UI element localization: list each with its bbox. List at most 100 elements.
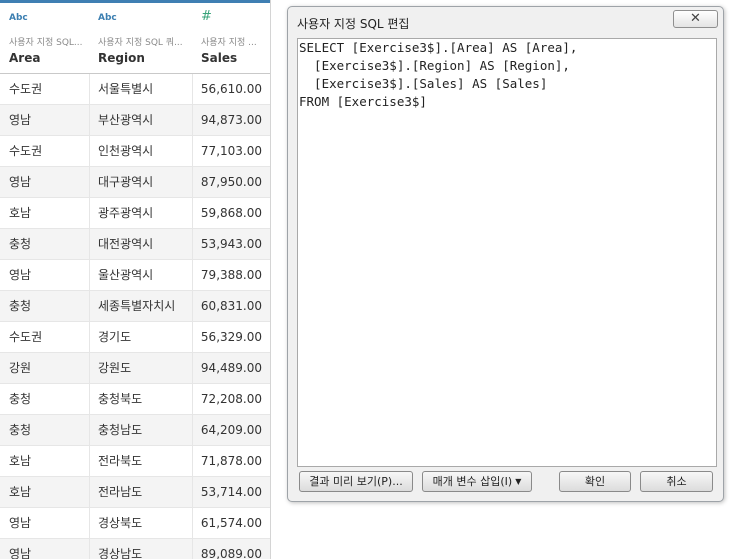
cell-divider bbox=[192, 415, 193, 445]
cell-divider bbox=[192, 260, 193, 290]
sales-cell: 59,868.00 bbox=[200, 206, 262, 220]
insert-parameter-button[interactable]: 매개 변수 삽입(I) ▼ bbox=[422, 471, 532, 492]
sales-cell: 71,878.00 bbox=[200, 454, 262, 468]
cell-divider bbox=[192, 384, 193, 414]
sales-cell: 79,388.00 bbox=[200, 268, 262, 282]
table-row[interactable]: 강원 강원도 94,489.00 bbox=[0, 353, 270, 384]
region-cell: 대전광역시 bbox=[98, 237, 154, 251]
area-cell: 수도권 bbox=[9, 330, 43, 344]
preview-results-label: 결과 미리 보기(P)... bbox=[309, 475, 403, 488]
region-cell: 세종특별자치시 bbox=[98, 299, 176, 313]
area-cell: 영남 bbox=[9, 175, 32, 189]
column-header-sales[interactable]: # 사용자 지정 ... Sales bbox=[192, 3, 270, 73]
sales-cell: 77,103.00 bbox=[200, 144, 262, 158]
cell-divider bbox=[192, 508, 193, 538]
cell-divider bbox=[89, 136, 90, 166]
cell-divider bbox=[192, 446, 193, 476]
cell-divider bbox=[89, 198, 90, 228]
region-cell: 충청북도 bbox=[98, 392, 143, 406]
string-type-icon: Abc bbox=[98, 13, 117, 23]
ok-button[interactable]: 확인 bbox=[559, 471, 631, 492]
sales-cell: 61,574.00 bbox=[200, 516, 262, 530]
sql-line: [Exercise3$].[Sales] AS [Sales] bbox=[299, 76, 548, 91]
sales-cell: 72,208.00 bbox=[200, 392, 262, 406]
table-row[interactable]: 호남 전라북도 71,878.00 bbox=[0, 446, 270, 477]
region-cell: 강원도 bbox=[98, 361, 132, 375]
table-row[interactable]: 영남 부산광역시 94,873.00 bbox=[0, 105, 270, 136]
table-row[interactable]: 영남 대구광역시 87,950.00 bbox=[0, 167, 270, 198]
table-row[interactable]: 충청 충청북도 72,208.00 bbox=[0, 384, 270, 415]
table-row[interactable]: 수도권 경기도 56,329.00 bbox=[0, 322, 270, 353]
area-cell: 영남 bbox=[9, 113, 32, 127]
table-row[interactable]: 영남 경상남도 89,089.00 bbox=[0, 539, 270, 559]
dialog-title: 사용자 지정 SQL 편집 bbox=[297, 17, 410, 31]
cell-divider bbox=[192, 322, 193, 352]
table-row[interactable]: 수도권 인천광역시 77,103.00 bbox=[0, 136, 270, 167]
column-header-region[interactable]: Abc 사용자 지정 SQL 쿼... Region bbox=[89, 3, 192, 73]
string-type-icon: Abc bbox=[9, 13, 28, 23]
table-row[interactable]: 호남 전라남도 53,714.00 bbox=[0, 477, 270, 508]
region-cell: 울산광역시 bbox=[98, 268, 154, 282]
table-row[interactable]: 영남 경상북도 61,574.00 bbox=[0, 508, 270, 539]
cell-divider bbox=[89, 322, 90, 352]
sql-editor[interactable]: SELECT [Exercise3$].[Area] AS [Area], [E… bbox=[297, 38, 717, 467]
area-cell: 영남 bbox=[9, 547, 32, 559]
area-cell: 충청 bbox=[9, 423, 32, 437]
cell-divider bbox=[89, 74, 90, 104]
ok-label: 확인 bbox=[584, 475, 606, 488]
cell-divider bbox=[89, 260, 90, 290]
cell-divider bbox=[89, 167, 90, 197]
column-header-area[interactable]: Abc 사용자 지정 SQL... Area bbox=[0, 3, 89, 73]
sql-line: FROM [Exercise3$] bbox=[299, 94, 427, 109]
column-source-label: 사용자 지정 SQL... bbox=[9, 38, 83, 48]
insert-parameter-label: 매개 변수 삽입(I) bbox=[432, 475, 513, 488]
region-cell: 경상북도 bbox=[98, 516, 143, 530]
region-cell: 충청남도 bbox=[98, 423, 143, 437]
cell-divider bbox=[89, 229, 90, 259]
sql-line: [Exercise3$].[Region] AS [Region], bbox=[299, 58, 570, 73]
cell-divider bbox=[89, 539, 90, 559]
cell-divider bbox=[89, 415, 90, 445]
cell-divider bbox=[89, 446, 90, 476]
cell-divider bbox=[192, 136, 193, 166]
dropdown-arrow-icon: ▼ bbox=[515, 477, 522, 486]
table-row[interactable]: 충청 대전광역시 53,943.00 bbox=[0, 229, 270, 260]
cancel-button[interactable]: 취소 bbox=[640, 471, 713, 492]
preview-results-button[interactable]: 결과 미리 보기(P)... bbox=[299, 471, 413, 492]
table-row[interactable]: 호남 광주광역시 59,868.00 bbox=[0, 198, 270, 229]
area-cell: 충청 bbox=[9, 392, 32, 406]
cancel-label: 취소 bbox=[666, 475, 687, 488]
column-name: Region bbox=[98, 51, 145, 65]
close-button[interactable]: ✕ bbox=[673, 10, 718, 28]
table-row[interactable]: 충청 충청남도 64,209.00 bbox=[0, 415, 270, 446]
cell-divider bbox=[89, 291, 90, 321]
cell-divider bbox=[89, 384, 90, 414]
cell-divider bbox=[89, 353, 90, 383]
column-source-label: 사용자 지정 SQL 쿼... bbox=[98, 38, 183, 48]
cell-divider bbox=[89, 477, 90, 507]
cell-divider bbox=[89, 105, 90, 135]
custom-sql-dialog: 사용자 지정 SQL 편집 ✕ SELECT [Exercise3$].[Are… bbox=[287, 6, 724, 502]
sales-cell: 56,610.00 bbox=[200, 82, 262, 96]
area-cell: 영남 bbox=[9, 516, 32, 530]
cell-divider bbox=[192, 105, 193, 135]
cell-divider bbox=[192, 167, 193, 197]
region-cell: 서울특별시 bbox=[98, 82, 154, 96]
area-cell: 호남 bbox=[9, 485, 32, 499]
cell-divider bbox=[192, 291, 193, 321]
sales-cell: 60,831.00 bbox=[200, 299, 262, 313]
region-cell: 전라북도 bbox=[98, 454, 143, 468]
window: Abc 사용자 지정 SQL... Area Abc 사용자 지정 SQL 쿼.… bbox=[0, 0, 734, 559]
region-cell: 광주광역시 bbox=[98, 206, 154, 220]
grid-rows: 수도권 서울특별시 56,610.00 영남 부산광역시 94,873.00 수도권 인천광역… bbox=[0, 74, 270, 559]
area-cell: 충청 bbox=[9, 299, 32, 313]
table-row[interactable]: 영남 울산광역시 79,388.00 bbox=[0, 260, 270, 291]
number-type-icon: # bbox=[201, 9, 212, 24]
region-cell: 경기도 bbox=[98, 330, 132, 344]
region-cell: 대구광역시 bbox=[98, 175, 154, 189]
sales-cell: 87,950.00 bbox=[200, 175, 262, 189]
column-name: Area bbox=[9, 51, 41, 65]
table-row[interactable]: 충청 세종특별자치시 60,831.00 bbox=[0, 291, 270, 322]
table-row[interactable]: 수도권 서울특별시 56,610.00 bbox=[0, 74, 270, 105]
cell-divider bbox=[192, 74, 193, 104]
